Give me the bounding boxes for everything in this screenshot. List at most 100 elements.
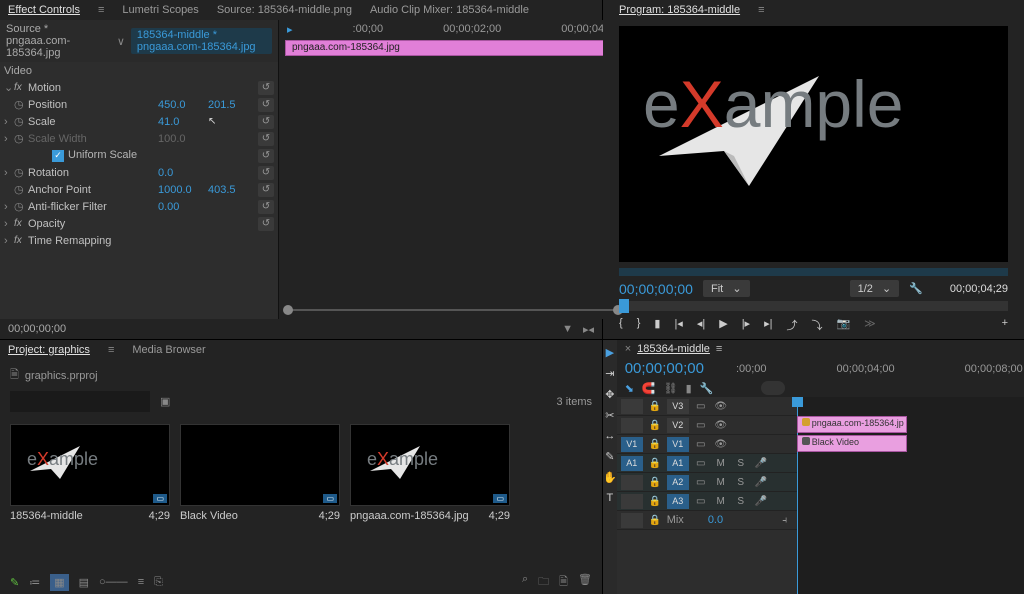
zoom-slider[interactable]: ○—— [99, 576, 128, 588]
ec-playhead-icon[interactable]: ▸ [287, 23, 293, 36]
ec-source-clip[interactable]: 185364-middle * pngaaa.com-185364.jpg [131, 28, 272, 54]
ec-timecode[interactable]: 00;00;00;00 [8, 323, 66, 335]
position-x[interactable]: 450.0 [158, 99, 208, 111]
panel-menu-icon[interactable]: ≡ [98, 4, 104, 16]
extract-icon[interactable]: ⤵ [811, 317, 822, 333]
mark-in-icon[interactable]: { [619, 317, 623, 333]
effect-time-remapping[interactable]: Time Remapping [28, 235, 158, 247]
bin-item[interactable]: eXample ▭ 185364-middle4;29 [10, 424, 170, 522]
eye-icon[interactable]: 👁 [713, 420, 729, 431]
ripple-edit-tool-icon[interactable]: ✥ [605, 388, 614, 401]
timeline-timecode[interactable]: 00;00;00;00 [625, 360, 704, 377]
insert-icon[interactable]: ⬊ [625, 382, 634, 395]
hand-tool-icon[interactable]: ✋ [603, 471, 617, 484]
reset-icon[interactable]: ↺ [258, 149, 274, 163]
filter-icon[interactable]: ▼ [562, 323, 573, 336]
track-v1[interactable]: V1 [667, 437, 689, 452]
export-frame-icon[interactable]: 📷 [836, 317, 850, 333]
marker-icon[interactable]: ▮ [686, 382, 692, 395]
program-ruler[interactable] [619, 301, 1008, 311]
new-bin-icon[interactable]: 🗀 [538, 573, 549, 592]
bin-item[interactable]: ▭ Black Video4;29 [180, 424, 340, 522]
timeline-tracks[interactable]: pngaaa.com-185364.jp Black Video [797, 397, 1024, 594]
razor-tool-icon[interactable]: ✂ [605, 409, 614, 422]
stopwatch-icon[interactable]: ◷ [14, 98, 28, 111]
uniform-scale-checkbox[interactable] [52, 150, 64, 162]
add-marker-icon[interactable]: ▮ [654, 317, 660, 333]
mix-value[interactable]: 0.0 [708, 514, 723, 526]
icon-view-icon[interactable]: ▦ [50, 574, 68, 591]
program-timebar[interactable] [619, 268, 1008, 276]
reset-icon[interactable]: ↺ [258, 115, 274, 129]
toggle-output-icon[interactable]: ▭ [693, 439, 709, 450]
tab-project[interactable]: Project: graphics [8, 344, 90, 356]
panel-menu-icon[interactable]: ≡ [758, 4, 764, 16]
tab-lumetri-scopes[interactable]: Lumetri Scopes [122, 4, 198, 16]
toggle-output-icon[interactable]: ▭ [693, 401, 709, 412]
delete-icon[interactable]: 🗑 [578, 573, 592, 592]
timeline-clip[interactable]: Black Video [797, 435, 907, 452]
source-v1[interactable]: V1 [621, 437, 643, 452]
lock-icon[interactable]: 🔒 [647, 439, 663, 450]
anchor-y[interactable]: 403.5 [208, 184, 258, 196]
reset-icon[interactable]: ↺ [258, 183, 274, 197]
slip-tool-icon[interactable]: ↔ [604, 430, 615, 442]
auto-sequence-icon[interactable]: ⎘ [154, 576, 163, 589]
chevron-right-icon[interactable]: › [4, 116, 14, 128]
reset-icon[interactable]: ↺ [258, 132, 274, 146]
selection-tool-icon[interactable]: ▶ [606, 346, 614, 359]
rotation-value[interactable]: 0.0 [158, 167, 208, 179]
reset-icon[interactable]: ↺ [258, 166, 274, 180]
eye-icon[interactable]: 👁 [713, 439, 729, 450]
tab-program[interactable]: Program: 185364-middle [619, 4, 740, 16]
panel-menu-icon[interactable]: ≡ [716, 343, 722, 355]
tab-source[interactable]: Source: 185364-middle.png [217, 4, 352, 16]
reset-icon[interactable]: ↺ [258, 200, 274, 214]
lift-icon[interactable]: ⤴ [786, 317, 797, 333]
close-icon[interactable]: × [625, 343, 631, 355]
effect-opacity[interactable]: Opacity [28, 218, 158, 230]
sequence-tab[interactable]: 185364-middle [637, 343, 710, 355]
scale-value[interactable]: 41.0 [158, 116, 208, 128]
tab-media-browser[interactable]: Media Browser [132, 344, 205, 356]
reset-icon[interactable]: ↺ [258, 98, 274, 112]
write-icon[interactable]: ✎ [10, 576, 19, 589]
effect-motion[interactable]: Motion [28, 82, 158, 94]
settings-icon[interactable]: 🔧 [700, 382, 714, 395]
reset-icon[interactable]: ↺ [258, 217, 274, 231]
new-item-icon[interactable]: 🗎 [559, 573, 568, 592]
panel-menu-icon[interactable]: ≡ [108, 344, 114, 356]
step-forward-icon[interactable]: |▸ [742, 317, 750, 333]
lock-icon[interactable]: 🔒 [647, 401, 663, 412]
type-tool-icon[interactable]: T [606, 492, 613, 504]
play-icon[interactable]: ▶ [719, 317, 727, 333]
filter-bin-icon[interactable]: ▣ [160, 395, 170, 408]
position-y[interactable]: 201.5 [208, 99, 258, 111]
reset-icon[interactable]: ↺ [258, 81, 274, 95]
track-a1[interactable]: A1 [667, 456, 689, 471]
stopwatch-icon[interactable]: ◷ [14, 115, 28, 128]
stopwatch-icon[interactable]: ◷ [14, 166, 28, 179]
chevron-down-icon[interactable]: ⌄ [4, 81, 14, 94]
snap-icon[interactable]: 🧲 [642, 382, 656, 395]
track-a3[interactable]: A3 [667, 494, 689, 509]
step-back-icon[interactable]: ◂| [697, 317, 705, 333]
fx-badge[interactable]: fx [14, 82, 28, 93]
track-v3[interactable]: V3 [667, 399, 689, 414]
project-search-input[interactable] [10, 391, 150, 412]
settings-icon[interactable]: 🔧 [909, 282, 923, 295]
sort-icon[interactable]: ≡ [138, 576, 144, 588]
mic-icon[interactable]: 🎤 [753, 458, 769, 469]
list-view-icon[interactable]: ≔ [29, 576, 40, 589]
track-a2[interactable]: A2 [667, 475, 689, 490]
tab-audio-clip-mixer[interactable]: Audio Clip Mixer: 185364-middle [370, 4, 529, 16]
timeline-clip[interactable]: pngaaa.com-185364.jp [797, 416, 907, 433]
bin-item[interactable]: eXample ▭ pngaaa.com-185364.jpg4;29 [350, 424, 510, 522]
stopwatch-icon[interactable]: ◷ [14, 183, 28, 196]
source-a1[interactable]: A1 [621, 456, 643, 471]
timeline-zoom[interactable] [761, 381, 785, 395]
eye-icon[interactable]: 👁 [713, 401, 729, 412]
stopwatch-icon[interactable]: ◷ [14, 200, 28, 213]
anti-flicker-value[interactable]: 0.00 [158, 201, 208, 213]
resolution-select[interactable]: 1/2 ⌄ [850, 280, 900, 297]
